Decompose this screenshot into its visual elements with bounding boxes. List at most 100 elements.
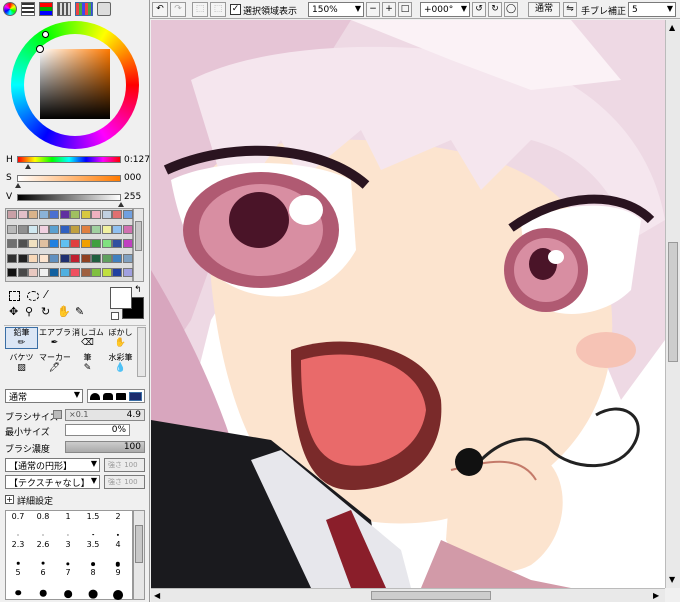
color-swatch[interactable] (70, 224, 80, 234)
brush-shape-select[interactable]: 【通常の円形】 ▼ (5, 458, 100, 472)
color-swatch[interactable] (7, 253, 17, 263)
size-multiplier-icon[interactable] (53, 410, 62, 419)
scroll-right-icon[interactable]: ▶ (653, 591, 659, 600)
brush-size-preset[interactable]: 9 (107, 568, 129, 600)
color-swatch[interactable] (80, 210, 91, 219)
color-swatch[interactable] (122, 224, 133, 234)
color-swatch[interactable] (112, 253, 122, 263)
brush-size-preset[interactable]: 8 (82, 568, 104, 599)
swatch-scrollbar-thumb[interactable] (135, 221, 142, 251)
scratchpad-tab-icon[interactable] (97, 2, 111, 16)
vertical-scrollbar-thumb[interactable] (668, 242, 678, 362)
color-swatch[interactable] (91, 253, 101, 263)
color-swatch[interactable] (38, 239, 49, 248)
vertical-scrollbar[interactable]: ▲ ▼ (665, 20, 680, 588)
eyedropper-icon[interactable]: ✎ (75, 306, 84, 318)
blend-mode-select[interactable]: 通常 ▼ (5, 389, 83, 403)
scroll-up-icon[interactable]: ▲ (669, 23, 675, 32)
color-swatch[interactable] (28, 239, 38, 248)
v-slider-thumb[interactable] (118, 202, 124, 207)
density-slider[interactable]: 100 (65, 441, 145, 453)
color-swatch[interactable] (7, 224, 17, 234)
texture-strength-field[interactable]: 強さ 100 (104, 475, 145, 489)
color-swatch[interactable] (7, 268, 17, 277)
deselect-button[interactable]: ⬚ (192, 2, 208, 17)
show-selection-checkbox[interactable]: ✓ (230, 4, 241, 15)
color-swatch[interactable] (28, 268, 38, 277)
color-swatch[interactable] (17, 239, 28, 248)
tip-shape-soft-icon[interactable] (116, 393, 126, 400)
color-swatch[interactable] (80, 224, 91, 234)
rgb-slider-tab-icon[interactable] (21, 2, 35, 16)
zoom-reset-button[interactable]: □ (398, 2, 412, 17)
color-swatch[interactable] (122, 210, 133, 219)
color-swatch[interactable] (112, 210, 122, 219)
canvas-area[interactable] (151, 20, 665, 588)
color-swatch[interactable] (91, 239, 101, 248)
lasso-select-icon[interactable] (27, 291, 39, 301)
color-swatch[interactable] (38, 253, 49, 263)
horizontal-scrollbar[interactable]: ◀ ▶ (151, 588, 665, 602)
blend-mode-button[interactable]: 通常 (528, 2, 560, 17)
rect-select-icon[interactable] (9, 291, 20, 301)
scroll-left-icon[interactable]: ◀ (154, 591, 160, 600)
palette-tab-icon[interactable] (75, 2, 93, 16)
brush-tool-scrollbar[interactable] (137, 327, 146, 377)
advanced-settings-toggle[interactable]: + 詳細設定 (5, 494, 125, 507)
color-swatch[interactable] (112, 239, 122, 248)
brush-size-preset[interactable]: 3 (57, 540, 79, 566)
brush-size-preset[interactable]: 6 (32, 568, 54, 597)
brush-size-preset[interactable]: 1.5 (82, 512, 104, 536)
primary-color-swatch[interactable] (110, 287, 132, 309)
zoom-in-button[interactable]: + (382, 2, 396, 17)
tip-shape-medium-icon[interactable] (103, 393, 113, 400)
color-swatch[interactable] (38, 224, 49, 234)
color-swatch[interactable] (101, 253, 112, 263)
color-swatch[interactable] (59, 210, 70, 219)
brush-size-preset[interactable]: 7 (57, 568, 79, 598)
color-swatch[interactable] (59, 253, 70, 263)
color-swatch[interactable] (49, 239, 59, 248)
horizontal-scrollbar-thumb[interactable] (371, 591, 491, 600)
hand-icon[interactable]: ✋ (57, 306, 71, 318)
brush-tool-1[interactable]: エアブラシ✒ (38, 327, 71, 349)
swap-colors-icon[interactable]: ↰ (134, 286, 142, 295)
color-swatch[interactable] (49, 210, 59, 219)
color-swatch[interactable] (80, 253, 91, 263)
v-slider[interactable] (17, 194, 121, 201)
color-swatch[interactable] (17, 268, 28, 277)
presets-scrollbar[interactable] (133, 510, 145, 600)
brush-size-preset[interactable]: 2.6 (32, 540, 54, 565)
brush-tool-7[interactable]: 水彩筆 💧 (104, 352, 137, 374)
stabilizer-select[interactable]: 5 ▼ (628, 2, 676, 17)
brush-size-preset[interactable]: 2.3 (7, 540, 29, 565)
tip-shape-square-icon[interactable] (129, 392, 142, 401)
rotate-reset-button[interactable]: ◯ (504, 2, 518, 17)
color-swatch[interactable] (91, 210, 101, 219)
brush-tool-4[interactable]: バケツ ▨ (5, 352, 38, 374)
color-swatch[interactable] (28, 224, 38, 234)
rotate-left-button[interactable]: ↺ (472, 2, 486, 17)
move-icon[interactable]: ✥ (9, 306, 18, 318)
brush-size-slider[interactable]: ×0.1 4.9 (65, 409, 145, 421)
color-swatch[interactable] (101, 239, 112, 248)
color-swatch[interactable] (80, 268, 91, 277)
brush-tool-5[interactable]: マーカー 🖊 (38, 352, 71, 374)
brush-tool-6[interactable]: 筆 ✎ (71, 352, 104, 374)
h-slider-thumb[interactable] (25, 164, 31, 169)
color-swatch[interactable] (17, 253, 28, 263)
color-swatch[interactable] (49, 268, 59, 277)
color-swatch[interactable] (7, 210, 17, 219)
rotate-icon[interactable]: ↻ (41, 306, 50, 318)
color-swatch[interactable] (49, 224, 59, 234)
brush-size-preset[interactable]: 3.5 (82, 540, 104, 566)
magic-wand-icon[interactable]: ⁄ (45, 289, 47, 301)
color-swatch[interactable] (70, 253, 80, 263)
brush-size-preset[interactable]: 1 (57, 512, 79, 536)
tip-shape-hard-icon[interactable] (90, 393, 100, 400)
scroll-down-icon[interactable]: ▼ (669, 575, 675, 584)
brush-tool-0[interactable]: 鉛筆 ✏ (5, 327, 38, 349)
color-swatch[interactable] (91, 224, 101, 234)
color-swatch[interactable] (101, 224, 112, 234)
zoom-icon[interactable]: ⚲ (25, 306, 33, 318)
